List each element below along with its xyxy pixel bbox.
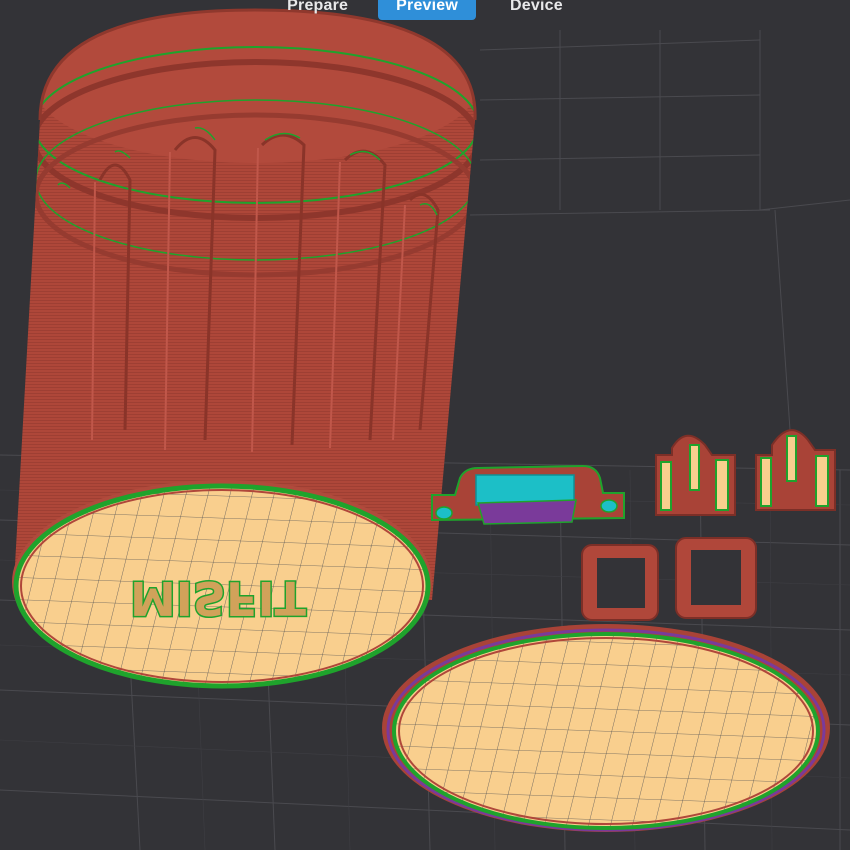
- 3d-preview-viewport[interactable]: MISFIT: [0, 0, 850, 850]
- tab-device[interactable]: Device: [492, 0, 581, 20]
- trash-can-base: MISFIT: [12, 480, 432, 689]
- tab-prepare[interactable]: Prepare: [269, 0, 366, 20]
- handle-bracket-model: [431, 464, 625, 525]
- view-mode-tabs: Prepare Preview Device: [0, 0, 850, 22]
- square-ring-models: [581, 537, 757, 621]
- lid-disk-model: [382, 624, 830, 832]
- clip-models: [655, 429, 836, 516]
- logo-text: MISFIT: [130, 571, 307, 625]
- tab-preview[interactable]: Preview: [378, 0, 477, 20]
